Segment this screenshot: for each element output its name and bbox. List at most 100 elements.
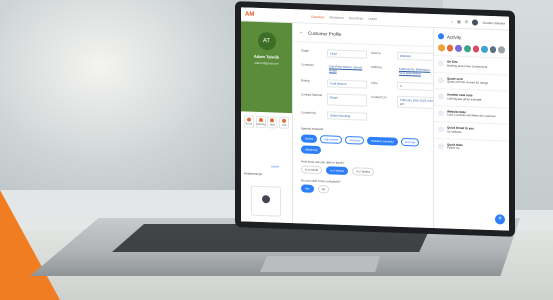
field-label: Rating: [301, 78, 310, 83]
profile-card: AT Adam Taiwiik adam.t@gmail.com: [241, 21, 292, 114]
activity-item-desc: On Website: [447, 129, 462, 134]
zone-select[interactable]: A: [397, 81, 437, 92]
rating-select[interactable]: Cold Breeze: [327, 79, 367, 89]
user-avatar[interactable]: [472, 18, 479, 26]
option-month[interactable]: In a month: [301, 165, 323, 175]
profile-avatar: AT: [257, 31, 276, 51]
chip-stomach[interactable]: Stomach: [345, 135, 365, 145]
activity-item-desc: Meeting about New Government: [447, 63, 488, 69]
activity-filter-4[interactable]: [472, 45, 480, 53]
user-name: Charles Oriented: [482, 20, 505, 26]
profile-email: adam.t@gmail.com: [254, 60, 279, 66]
search-icon[interactable]: ⌕: [451, 19, 453, 24]
activity-text: Quote sent Quote with the revised 3D desi…: [447, 76, 489, 86]
activity-title: Activity: [447, 34, 462, 40]
activity-item-desc: Look a website with filters the customer: [447, 112, 496, 119]
chip-fluoride[interactable]: Fluoride: [400, 137, 419, 147]
laptop-screen: AM Overview Workforce Incentives Leads ⌕…: [235, 1, 515, 237]
field-label: Company: [301, 62, 314, 67]
company-link[interactable]: Sub-Point Motion Sensor Retail: [327, 63, 367, 74]
stage-select[interactable]: Lead: [327, 49, 367, 59]
activity-text: Quick Note Follow-Up: [447, 142, 463, 151]
app-logo[interactable]: AM: [245, 10, 265, 19]
activity-panel: Activity On Site Meeting about New Govern…: [433, 28, 509, 231]
activity-type-icon: [438, 126, 444, 133]
note-icon: [270, 118, 275, 123]
activity-text: Quick Email to you On Website: [447, 126, 474, 135]
top-nav: Overview Workforce Incentives Leads: [311, 14, 377, 20]
quick-action-email[interactable]: Email: [243, 115, 254, 128]
activity-type-icon: [438, 142, 444, 149]
activity-item-desc: Call Rayaan about estimate: [447, 96, 482, 102]
field-label: Stage: [301, 48, 309, 53]
quick-actions: Email Meeting Note Call: [241, 111, 292, 133]
field-label: Source: [371, 50, 381, 56]
active-toggle[interactable]: Active: [271, 164, 279, 168]
option-2-weeks[interactable]: In 2 Weeks: [326, 166, 349, 176]
background-scene: AM Overview Workforce Incentives Leads ⌕…: [0, 0, 553, 300]
top-icons: ⌕ ▦ ⚙ Charles Oriented: [451, 18, 505, 26]
settings-icon[interactable]: ⚙: [465, 19, 469, 24]
option-yes[interactable]: Yes: [301, 184, 314, 193]
activity-item[interactable]: Quick Note Follow-Up: [434, 137, 509, 157]
orange-accent-triangle: [0, 190, 60, 300]
address-link[interactable]: Kathmandu, Bhaktapur, New Baneshwor: [397, 66, 437, 77]
calendar-icon: [258, 117, 263, 123]
activity-item-desc: Quote with the revised 3D design: [447, 79, 489, 86]
option-no[interactable]: No: [317, 184, 330, 194]
field-label: Address: [371, 64, 383, 70]
field-label: Contact Method: [301, 92, 323, 98]
add-activity-button[interactable]: +: [495, 214, 505, 225]
activity-filter-6[interactable]: [489, 46, 497, 54]
relationship-card[interactable]: [251, 185, 281, 217]
mail-icon: [246, 117, 251, 122]
activity-filter-3[interactable]: [463, 45, 471, 53]
grid-icon[interactable]: ▦: [457, 19, 461, 24]
chip-dental[interactable]: Dental: [301, 134, 318, 143]
relationships-title: Relationships: [244, 171, 263, 177]
activity-filter-0[interactable]: [438, 44, 445, 52]
nav-item-overview[interactable]: Overview: [311, 14, 324, 18]
customer-profile-panel: ← Customer Profile Stage Lead Source Web…: [293, 23, 437, 229]
created-by-field: Online Booking: [327, 111, 367, 121]
activity-type-icon: [438, 60, 444, 67]
activity-item-desc: Follow-Up: [447, 145, 460, 151]
quick-action-meeting[interactable]: Meeting: [255, 115, 266, 129]
chip-pediatric-dentistry[interactable]: Pediatric Dentistry: [367, 136, 398, 146]
profile-name: Adam Taiwiik: [253, 53, 280, 60]
nav-item-workforce[interactable]: Workforce: [329, 15, 343, 20]
source-field[interactable]: Website: [397, 51, 437, 62]
option-2-weeks-alt[interactable]: In 2 Weeks: [352, 167, 375, 176]
activity-filter-7[interactable]: [498, 46, 505, 54]
nav-item-incentives[interactable]: Incentives: [349, 16, 363, 21]
activity-text: Another task note Call Rayaan about estim…: [447, 93, 482, 103]
field-label: Zone: [371, 80, 378, 86]
activity-text: On Site Meeting about New Government: [447, 60, 488, 70]
chip-whitening[interactable]: Whitening: [301, 145, 322, 155]
chip-adjustment[interactable]: Adjustment: [320, 135, 343, 144]
relationship-avatar: [262, 195, 270, 204]
laptop-trackpad: [260, 256, 380, 272]
quick-action-call[interactable]: Call: [279, 116, 290, 130]
profile-form: Stage Lead Source Website Company Sub-Po…: [293, 42, 437, 129]
activity-filter-1[interactable]: [446, 44, 454, 52]
created-on-field: February 20th 2023 2:00 pm: [397, 95, 437, 110]
contact-method-select[interactable]: Email: [327, 93, 367, 107]
back-arrow-icon[interactable]: ←: [299, 29, 304, 35]
phone-icon: [282, 118, 287, 123]
activity-filter-5[interactable]: [481, 45, 488, 53]
activity-icon: [438, 33, 444, 40]
panel-title: Customer Profile: [308, 30, 342, 37]
app-screen: AM Overview Workforce Incentives Leads ⌕…: [241, 7, 509, 231]
customer-sidebar: AT Adam Taiwiik adam.t@gmail.com Email M…: [241, 21, 293, 224]
activity-type-icon: [438, 93, 444, 100]
activity-type-icon: [438, 76, 444, 83]
nav-item-leads[interactable]: Leads: [368, 16, 377, 20]
field-label: Created On: [371, 94, 387, 100]
activity-type-icon: [438, 109, 444, 116]
quick-action-note[interactable]: Note: [267, 116, 278, 129]
room-background-left: [0, 0, 250, 190]
field-label: Created By: [301, 110, 317, 115]
activity-filter-2[interactable]: [455, 44, 462, 53]
activity-list: On Site Meeting about New Government Quote…: [434, 55, 509, 157]
